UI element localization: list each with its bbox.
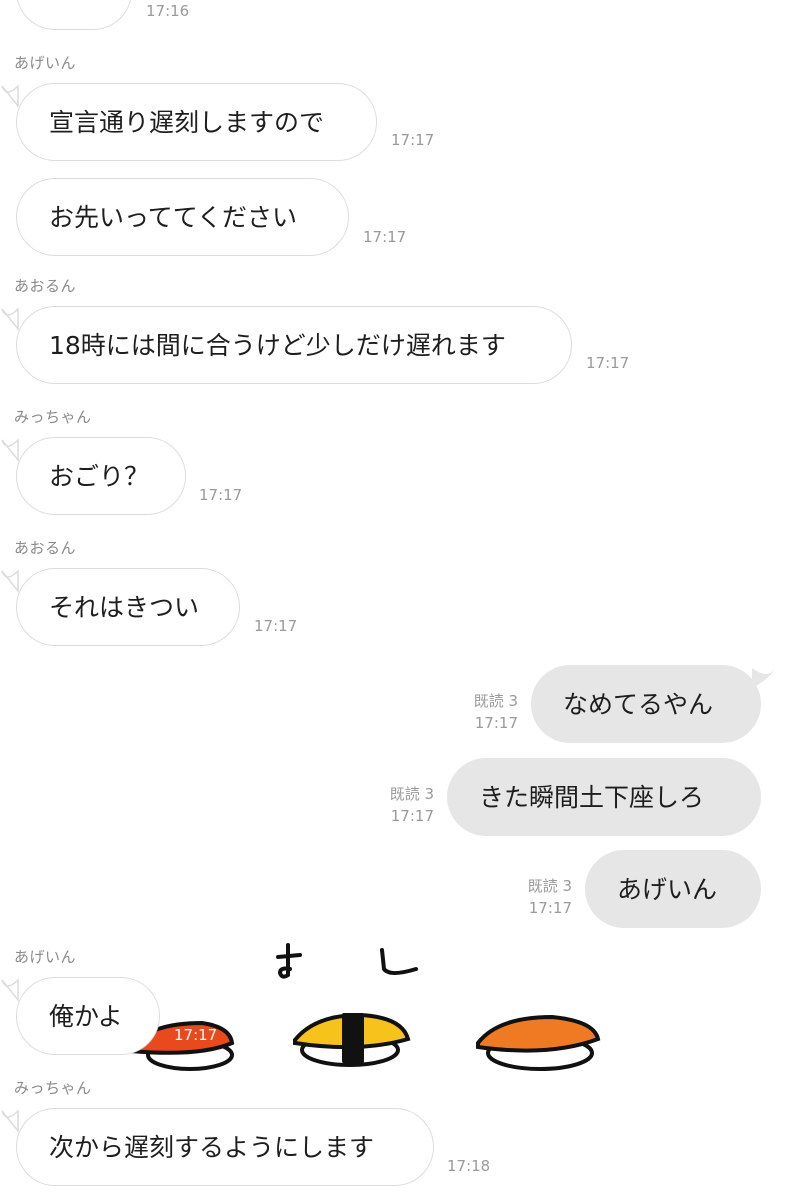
tamago-sushi-icon <box>293 1012 411 1067</box>
read-receipt: 既読 3 17:17 <box>356 783 434 827</box>
message-text: なめてるやん <box>563 689 714 719</box>
message-time: 17:17 <box>391 131 435 149</box>
message-bubble[interactable]: それはきつい <box>16 568 240 646</box>
message-time: 17:17 <box>528 899 572 917</box>
sender-name: みっちゃん <box>14 408 92 426</box>
message-bubble[interactable]: お先いっててください <box>16 178 349 256</box>
sticker-caption <box>276 943 418 979</box>
bubble-tail <box>752 668 776 688</box>
read-count: 既読 3 <box>527 877 572 895</box>
read-count: 既読 3 <box>389 785 434 803</box>
sender-name: みっちゃん <box>14 1079 92 1097</box>
salmon-sushi-icon <box>476 1014 601 1071</box>
message-bubble-partial[interactable] <box>16 0 132 30</box>
message-bubble-outgoing[interactable]: なめてるやん <box>531 665 761 743</box>
sender-name: あげいん <box>14 948 77 966</box>
read-count: 既読 3 <box>473 692 518 710</box>
message-text: きた瞬間土下座しろ <box>479 782 705 812</box>
message-bubble[interactable]: 俺かよ <box>16 977 160 1055</box>
message-time: 17:17 <box>254 617 298 635</box>
message-time: 17:17 <box>363 228 407 246</box>
message-text: 次から遅刻するようにします <box>49 1132 375 1162</box>
sender-name: あおるん <box>14 277 77 295</box>
message-text: 18時には間に合うけど少しだけ遅れます <box>49 330 506 360</box>
message-time: 17:16 <box>146 2 190 20</box>
message-bubble[interactable]: 18時には間に合うけど少しだけ遅れます <box>16 306 572 384</box>
message-text: それはきつい <box>49 592 200 622</box>
message-time: 17:17 <box>586 354 630 372</box>
message-bubble[interactable]: 宣言通り遅刻しますので <box>16 83 377 161</box>
message-text: 宣言通り遅刻しますので <box>49 107 325 137</box>
message-bubble[interactable]: 次から遅刻するようにします <box>16 1108 434 1186</box>
message-time: 17:18 <box>447 1157 491 1175</box>
sender-name: あおるん <box>14 539 77 557</box>
message-time: 17:17 <box>199 486 243 504</box>
read-receipt: 既読 3 17:17 <box>440 690 518 734</box>
read-receipt: 既読 3 17:17 <box>494 875 572 919</box>
message-text: あげいん <box>617 874 718 904</box>
message-bubble-outgoing[interactable]: きた瞬間土下座しろ <box>447 758 761 836</box>
message-bubble-outgoing[interactable]: あげいん <box>585 850 761 928</box>
message-bubble[interactable]: おごり？ <box>16 437 186 515</box>
sushi-sticker[interactable] <box>120 935 610 1080</box>
message-text: 俺かよ <box>49 1001 123 1031</box>
message-time: 17:17 <box>390 807 434 825</box>
message-time: 17:17 <box>174 1026 218 1044</box>
sender-name: あげいん <box>14 54 77 72</box>
message-text: おごり？ <box>49 461 150 491</box>
message-time: 17:17 <box>474 714 518 732</box>
message-text: お先いっててください <box>49 202 298 232</box>
